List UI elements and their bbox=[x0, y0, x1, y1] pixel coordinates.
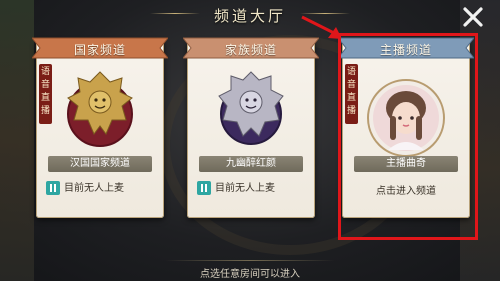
mic-status: 目前无人上麦 bbox=[197, 181, 307, 197]
lion-crest-emblem bbox=[67, 71, 133, 147]
demon-crest-emblem bbox=[218, 71, 284, 145]
bottom-divider bbox=[165, 260, 335, 261]
channel-name: 九幽醉红颜 bbox=[199, 156, 303, 172]
bottom-hint: 点选任意房间可以进入 bbox=[200, 269, 300, 280]
close-icon bbox=[463, 7, 483, 27]
page-title: 频道大厅 bbox=[213, 7, 286, 25]
background-left-scene bbox=[0, 0, 34, 281]
voice-live-tag: 语 音 直 播 bbox=[39, 64, 52, 124]
channel-card-clan[interactable]: 家族频道 九幽醉红颜 目前无人上麦 bbox=[183, 37, 319, 218]
close-button[interactable] bbox=[461, 5, 485, 29]
card-title: 国家频道 bbox=[73, 43, 126, 57]
pause-icon bbox=[46, 181, 60, 195]
card-title: 家族频道 bbox=[224, 43, 277, 57]
channel-name: 汉国国家频道 bbox=[48, 156, 152, 172]
pause-icon bbox=[197, 181, 211, 195]
highlight-box bbox=[338, 33, 478, 240]
channel-card-nation[interactable]: 国家频道 语 音 直 播 汉国国家频道 目前无人上麦 bbox=[32, 37, 168, 218]
mic-status: 目前无人上麦 bbox=[46, 181, 156, 197]
